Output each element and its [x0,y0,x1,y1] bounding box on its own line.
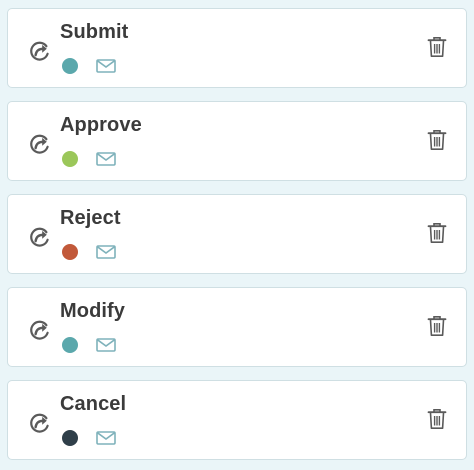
item-title: Reject [60,207,121,229]
trash-icon[interactable] [427,36,447,58]
list-item-modify[interactable]: Modify [7,287,467,367]
redo-arrow-circle-icon[interactable] [27,317,53,343]
list-item-reject[interactable]: Reject [7,194,467,274]
item-title: Submit [60,21,129,43]
item-title: Cancel [60,393,127,415]
trash-icon[interactable] [427,315,447,337]
action-list: Submit Approve Reject Modify Cancel [7,8,467,460]
redo-arrow-circle-icon[interactable] [27,38,53,64]
envelope-icon[interactable] [96,244,116,260]
envelope-icon[interactable] [96,151,116,167]
status-color-dot [62,337,78,353]
trash-icon[interactable] [427,129,447,151]
status-color-dot [62,58,78,74]
status-color-dot [62,430,78,446]
envelope-icon[interactable] [96,58,116,74]
status-color-dot [62,244,78,260]
list-item-cancel[interactable]: Cancel [7,380,467,460]
trash-icon[interactable] [427,408,447,430]
envelope-icon[interactable] [96,430,116,446]
list-item-submit[interactable]: Submit [7,8,467,88]
status-color-dot [62,151,78,167]
redo-arrow-circle-icon[interactable] [27,131,53,157]
redo-arrow-circle-icon[interactable] [27,224,53,250]
redo-arrow-circle-icon[interactable] [27,410,53,436]
trash-icon[interactable] [427,222,447,244]
envelope-icon[interactable] [96,337,116,353]
list-item-approve[interactable]: Approve [7,101,467,181]
item-title: Approve [60,114,142,136]
item-title: Modify [60,300,126,322]
